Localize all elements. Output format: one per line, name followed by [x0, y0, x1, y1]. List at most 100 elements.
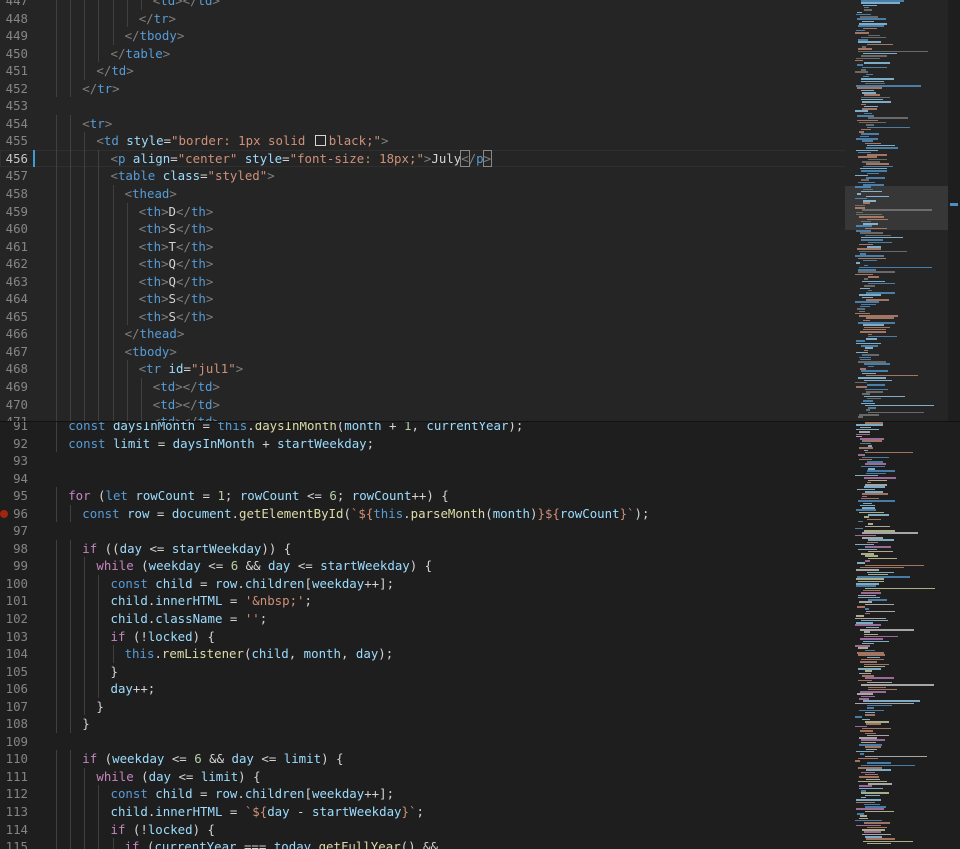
line-number[interactable]: 463 [0, 273, 28, 291]
code-content[interactable]: if (!locked) { [111, 628, 215, 646]
line-number[interactable]: 92 [0, 435, 28, 453]
code-content[interactable]: const daysInMonth = this.daysInMonth(mon… [68, 422, 523, 435]
scrollbar-top[interactable] [948, 0, 960, 422]
code-line[interactable]: 102 child.className = ''; [0, 610, 845, 628]
code-line[interactable]: 112 const child = row.children[weekday++]… [0, 785, 845, 804]
line-number[interactable]: 452 [0, 80, 28, 98]
code-line[interactable]: 114 if (!locked) { [0, 820, 845, 839]
code-line[interactable]: 470 <td></td> [0, 395, 860, 414]
code-line[interactable]: 91 const daysInMonth = this.daysInMonth(m… [0, 422, 845, 435]
editor-pane-bottom[interactable]: 91 const daysInMonth = this.daysInMonth(m… [0, 422, 845, 849]
code-content[interactable]: <tbody> [125, 343, 177, 361]
line-number[interactable]: 457 [0, 167, 28, 185]
code-line[interactable]: 458 <thead> [0, 185, 860, 203]
line-number[interactable]: 451 [0, 62, 28, 80]
code-content[interactable]: </tr> [139, 10, 176, 28]
code-line[interactable]: 469 <td></td> [0, 378, 860, 396]
line-number[interactable]: 94 [0, 470, 28, 488]
line-number[interactable]: 114 [0, 821, 28, 839]
line-number[interactable]: 93 [0, 452, 28, 470]
code-content[interactable]: <th>D</th> [139, 203, 214, 221]
line-number[interactable]: 115 [0, 838, 28, 849]
code-line[interactable]: 95 for (let rowCount = 1; rowCount <= 6; … [0, 487, 845, 505]
code-content[interactable]: for (let rowCount = 1; rowCount <= 6; ro… [68, 487, 449, 505]
code-line[interactable]: 104 this.remListener(child, month, day); [0, 645, 845, 663]
code-content[interactable]: <td></td> [153, 0, 220, 10]
code-content[interactable]: <th>S</th> [139, 290, 214, 308]
code-line[interactable]: 107} [0, 697, 845, 716]
code-line[interactable]: 452 </tr> [0, 79, 860, 98]
code-content[interactable]: const child = row.children[weekday++]; [111, 785, 395, 803]
code-content[interactable]: <td></td> [153, 396, 220, 414]
code-line[interactable]: 111 while (day <= limit) { [0, 767, 845, 786]
line-number[interactable]: 449 [0, 27, 28, 45]
code-line[interactable]: 454 <tr> [0, 114, 860, 133]
code-line[interactable]: 459 <th>D</th> [0, 202, 860, 221]
code-line[interactable]: 456 <p align="center" style="font-size: 1… [0, 149, 860, 168]
minimap-bottom[interactable] [845, 422, 948, 849]
line-number[interactable]: 98 [0, 540, 28, 558]
code-content[interactable]: <th>Q</th> [139, 273, 214, 291]
code-line[interactable]: 99 while (weekday <= 6 && day <= startWee… [0, 557, 845, 575]
line-number[interactable]: 111 [0, 768, 28, 786]
line-number[interactable]: 106 [0, 680, 28, 698]
code-line[interactable]: 109 [0, 733, 845, 751]
scrollbar-bottom[interactable] [948, 422, 960, 849]
code-line[interactable]: 101 child.innerHTML = '&nbsp;'; [0, 592, 845, 611]
line-number[interactable]: 467 [0, 343, 28, 361]
code-line[interactable]: 467 <tbody> [0, 342, 860, 361]
line-number[interactable]: 112 [0, 785, 28, 803]
code-line[interactable]: 464 <th>S</th> [0, 290, 860, 308]
color-swatch-icon[interactable] [314, 135, 326, 147]
code-line[interactable]: 115 if (currentYear === today.getFullYear… [0, 838, 845, 849]
code-content[interactable]: </td> [96, 62, 133, 80]
code-content[interactable]: } [111, 663, 118, 681]
code-content[interactable]: } [82, 715, 89, 733]
line-number[interactable]: 464 [0, 290, 28, 308]
code-content[interactable]: <tr id="jul1"> [139, 360, 243, 378]
line-number[interactable]: 450 [0, 45, 28, 63]
code-line[interactable]: 468 <tr id="jul1"> [0, 360, 860, 379]
code-content[interactable]: <th>S</th> [139, 220, 214, 238]
code-content[interactable]: <td></td> [153, 378, 220, 396]
code-content[interactable]: <th>Q</th> [139, 255, 214, 273]
code-line[interactable]: 103 if (!locked) { [0, 627, 845, 646]
line-number[interactable]: 107 [0, 698, 28, 716]
code-line[interactable]: 450 </table> [0, 44, 860, 63]
code-content[interactable]: day++; [111, 680, 156, 698]
code-content[interactable]: if ((day <= startWeekday)) { [82, 540, 291, 558]
code-line[interactable]: 448 </tr> [0, 9, 860, 28]
code-line[interactable]: 100 const child = row.children[weekday++]… [0, 574, 845, 593]
code-content[interactable]: <table class="styled"> [111, 167, 275, 185]
line-number[interactable]: 466 [0, 325, 28, 343]
code-content[interactable]: <th>T</th> [139, 238, 214, 256]
code-line[interactable]: 455 <td style="border: 1px solid black;"> [0, 132, 860, 150]
code-line[interactable]: 105} [0, 662, 845, 681]
code-content[interactable]: <th>S</th> [139, 308, 214, 326]
code-line[interactable]: 465 <th>S</th> [0, 307, 860, 326]
code-content[interactable]: if (currentYear === today.getFullYear() … [125, 838, 438, 849]
line-number[interactable]: 453 [0, 97, 28, 115]
line-number[interactable]: 458 [0, 185, 28, 203]
code-line[interactable]: 462 <th>Q</th> [0, 255, 860, 273]
line-number[interactable]: 470 [0, 396, 28, 414]
code-content[interactable]: if (weekday <= 6 && day <= limit) { [82, 750, 343, 768]
code-line[interactable]: 449 </tbody> [0, 27, 860, 45]
code-line[interactable]: 106 day++; [0, 680, 845, 698]
code-content[interactable]: child.innerHTML = `${day - startWeekday}… [111, 803, 424, 821]
line-number[interactable]: 108 [0, 715, 28, 733]
code-content[interactable]: <p align="center" style="font-size: 18px… [111, 149, 493, 168]
code-line[interactable]: 113 child.innerHTML = `${day - startWeekd… [0, 803, 845, 821]
code-content[interactable]: child.className = ''; [111, 610, 268, 628]
code-content[interactable]: const limit = daysInMonth + startWeekday… [68, 435, 374, 453]
line-number[interactable]: 99 [0, 557, 28, 575]
code-content[interactable]: this.remListener(child, month, day); [125, 645, 394, 663]
code-content[interactable]: while (day <= limit) { [96, 768, 260, 786]
line-number[interactable]: 96 [0, 505, 28, 523]
code-line[interactable]: 457 <table class="styled"> [0, 167, 860, 186]
code-content[interactable]: <td style="border: 1px solid black;"> [96, 132, 388, 150]
line-number[interactable]: 102 [0, 610, 28, 628]
code-line[interactable]: 466 </thead> [0, 325, 860, 343]
code-line[interactable]: 94 [0, 470, 845, 488]
line-number[interactable]: 104 [0, 645, 28, 663]
